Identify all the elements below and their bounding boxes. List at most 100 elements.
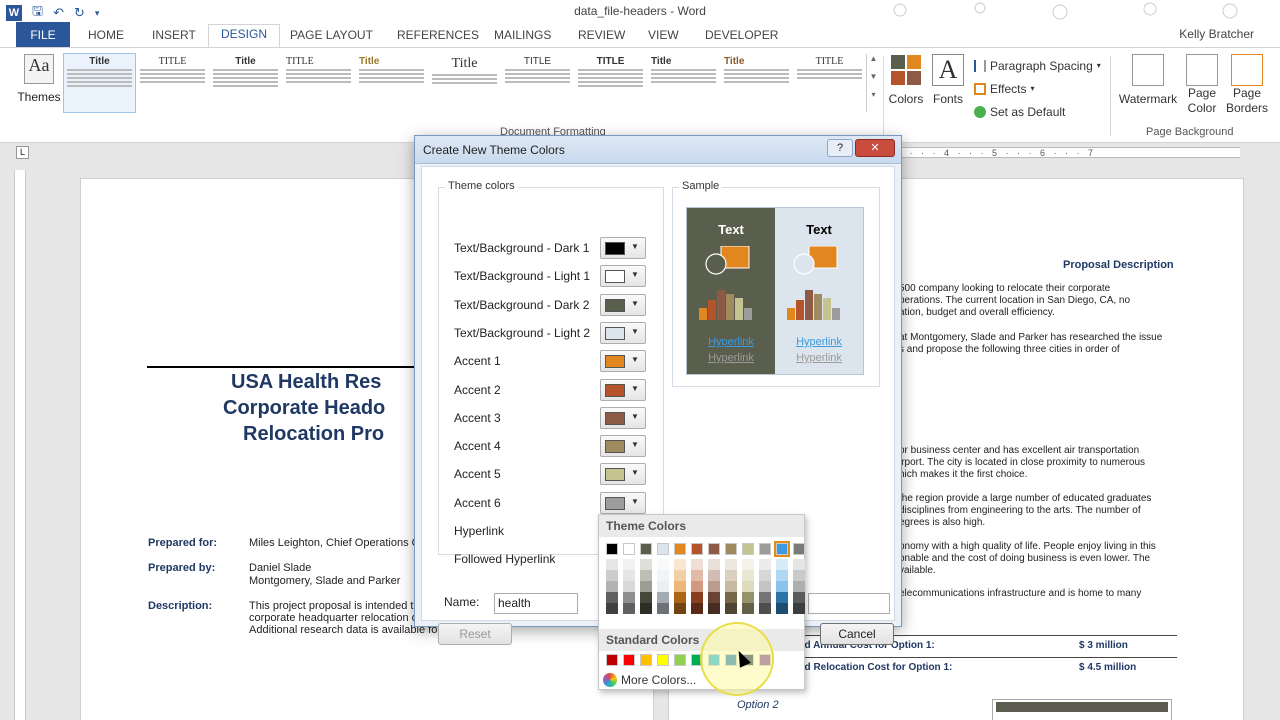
shade-swatch[interactable] (759, 570, 771, 581)
shade-swatch[interactable] (640, 592, 652, 603)
shade-swatch[interactable] (708, 592, 720, 603)
shade-swatch[interactable] (691, 559, 703, 570)
shade-swatch[interactable] (623, 603, 635, 614)
color-picker-button[interactable]: ▼ (600, 265, 646, 288)
standard-color-swatch[interactable] (640, 654, 652, 666)
shade-swatch[interactable] (793, 603, 805, 614)
style-set-item[interactable]: TITLE (136, 53, 209, 113)
themes-button[interactable]: Aa Themes (16, 54, 62, 104)
style-set-item[interactable]: TITLE (501, 53, 574, 113)
watermark-button[interactable]: Watermark (1116, 54, 1180, 106)
shade-swatch[interactable] (674, 592, 686, 603)
shade-swatch[interactable] (793, 581, 805, 592)
tab-selector[interactable]: L (16, 146, 29, 159)
shade-swatch[interactable] (725, 603, 737, 614)
shade-swatch[interactable] (725, 581, 737, 592)
shade-swatch[interactable] (606, 559, 618, 570)
shade-swatch[interactable] (606, 603, 618, 614)
shade-swatch[interactable] (691, 603, 703, 614)
shade-swatch[interactable] (657, 570, 669, 581)
shade-swatch[interactable] (674, 581, 686, 592)
theme-color-swatch[interactable] (691, 543, 703, 555)
shade-swatch[interactable] (623, 581, 635, 592)
shade-swatch[interactable] (691, 581, 703, 592)
shade-swatch[interactable] (657, 592, 669, 603)
shade-swatch[interactable] (742, 570, 754, 581)
shade-swatch[interactable] (776, 559, 788, 570)
color-picker-button[interactable]: ▼ (600, 491, 646, 514)
color-picker-button[interactable]: ▼ (600, 321, 646, 344)
shade-swatch[interactable] (691, 570, 703, 581)
shade-swatch[interactable] (725, 570, 737, 581)
shade-swatch[interactable] (674, 570, 686, 581)
fonts-button[interactable]: A Fonts (930, 54, 966, 106)
standard-color-swatch[interactable] (623, 654, 635, 666)
style-set-item[interactable]: Title (355, 53, 428, 113)
theme-color-swatch[interactable] (657, 543, 669, 555)
theme-color-swatch[interactable] (606, 543, 618, 555)
shade-swatch[interactable] (606, 581, 618, 592)
shade-swatch[interactable] (776, 570, 788, 581)
shade-swatch[interactable] (759, 581, 771, 592)
ruler-marks[interactable]: 3 · · · 4 · · · 5 · · · 6 · · · 7 (896, 147, 1240, 158)
shade-swatch[interactable] (725, 592, 737, 603)
shade-swatch[interactable] (759, 559, 771, 570)
close-button[interactable]: ✕ (855, 139, 895, 157)
color-picker-button[interactable]: ▼ (600, 350, 646, 373)
theme-color-swatch[interactable] (759, 543, 771, 555)
name-input[interactable]: health (494, 593, 578, 614)
color-picker-button[interactable]: ▼ (600, 435, 646, 458)
style-set-item[interactable]: Title (209, 53, 282, 113)
shade-swatch[interactable] (708, 559, 720, 570)
colors-button[interactable]: Colors (888, 54, 924, 106)
tab-design[interactable]: DESIGN (208, 24, 281, 47)
shade-swatch[interactable] (793, 592, 805, 603)
tab-references[interactable]: REFERENCES (397, 26, 479, 47)
shade-swatch[interactable] (657, 603, 669, 614)
theme-color-swatch[interactable] (708, 543, 720, 555)
page-color-button[interactable]: Page Color (1180, 54, 1224, 116)
shade-swatch[interactable] (640, 559, 652, 570)
cancel-button[interactable]: Cancel (820, 623, 894, 645)
dialog-title-bar[interactable]: Create New Theme Colors ? ✕ (415, 136, 901, 164)
color-picker-button[interactable]: ▼ (600, 293, 646, 316)
shade-swatch[interactable] (640, 581, 652, 592)
style-set-item[interactable]: TITLE (282, 53, 355, 113)
help-button[interactable]: ? (827, 139, 853, 157)
theme-color-swatch[interactable] (774, 541, 790, 557)
tab-view[interactable]: VIEW (648, 26, 679, 47)
shade-swatch[interactable] (742, 592, 754, 603)
shade-swatch[interactable] (776, 581, 788, 592)
shade-swatch[interactable] (742, 581, 754, 592)
color-picker-button[interactable]: ▼ (600, 378, 646, 401)
set-as-default-button[interactable]: Set as Default (974, 100, 1101, 123)
tab-review[interactable]: REVIEW (578, 26, 625, 47)
shade-swatch[interactable] (759, 592, 771, 603)
shade-swatch[interactable] (623, 570, 635, 581)
paragraph-spacing-button[interactable]: Paragraph Spacing ▾ (974, 54, 1101, 77)
shade-swatch[interactable] (759, 603, 771, 614)
reset-button[interactable]: Reset (438, 623, 512, 645)
shade-swatch[interactable] (657, 559, 669, 570)
shade-swatch[interactable] (708, 570, 720, 581)
standard-color-swatch[interactable] (657, 654, 669, 666)
shade-swatch[interactable] (674, 603, 686, 614)
standard-color-swatch[interactable] (674, 654, 686, 666)
shade-swatch[interactable] (606, 592, 618, 603)
style-set-item[interactable]: Title (428, 53, 501, 113)
tab-page-layout[interactable]: PAGE LAYOUT (290, 26, 373, 47)
shade-swatch[interactable] (776, 603, 788, 614)
tab-home[interactable]: HOME (88, 26, 124, 47)
user-name[interactable]: Kelly Bratcher (1179, 27, 1254, 41)
theme-color-swatch[interactable] (793, 543, 805, 555)
theme-color-swatch[interactable] (623, 543, 635, 555)
name-input-extension[interactable] (808, 593, 890, 614)
shade-swatch[interactable] (657, 581, 669, 592)
shade-swatch[interactable] (606, 570, 618, 581)
shade-swatch[interactable] (742, 559, 754, 570)
theme-color-swatch[interactable] (725, 543, 737, 555)
style-set-item[interactable]: Title (647, 53, 720, 113)
shade-swatch[interactable] (742, 603, 754, 614)
tab-insert[interactable]: INSERT (152, 26, 196, 47)
standard-color-swatch[interactable] (606, 654, 618, 666)
